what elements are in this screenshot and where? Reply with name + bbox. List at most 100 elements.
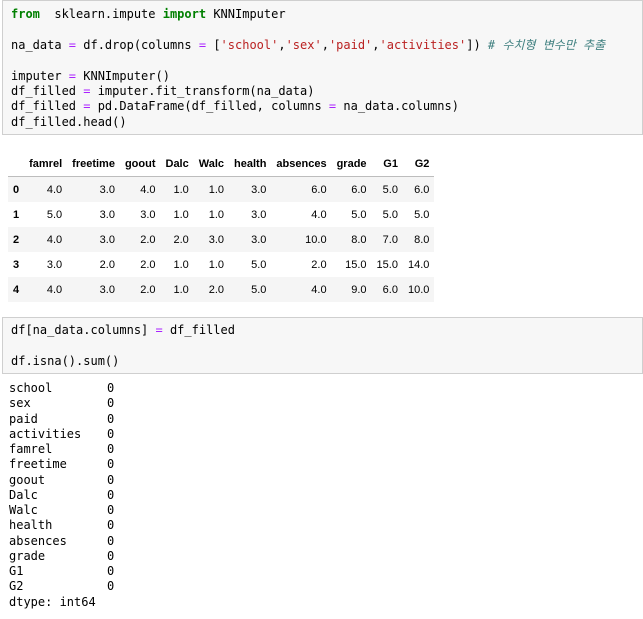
code-token: df_filled [162, 323, 235, 337]
table-cell: 1.0 [208, 183, 225, 196]
output-column-name: famrel [9, 442, 53, 456]
output-column-name: paid [9, 411, 38, 426]
table-cell: 3.0 [208, 233, 225, 246]
output-null-count: 0 [107, 457, 115, 472]
table-cell: 6.0 [414, 183, 430, 196]
output-dtype: dtype: int64 [9, 594, 96, 609]
code-token: = [68, 68, 77, 83]
column-header: health [229, 152, 272, 177]
table-cell: 5.0 [351, 208, 367, 221]
output-column-name: health [9, 518, 53, 533]
table-row: 2 4.0 3.0 2.0 2.0 3.0 3.0 10.0 8.0 7.0 8.0 [8, 227, 435, 252]
column-header [8, 152, 25, 177]
code-token: na_data [11, 37, 69, 52]
table-cell: 1.0 [173, 208, 189, 221]
column-header: absences [271, 152, 332, 177]
column-header: freetime [67, 152, 120, 177]
table-cell: 1.0 [208, 258, 225, 271]
output-null-count: 0 [107, 503, 115, 517]
output-column-name: Dalc [9, 487, 38, 502]
row-index: 4 [13, 283, 20, 296]
table-cell: 2.0 [208, 283, 225, 296]
column-header: famrel [24, 152, 68, 177]
row-index: 0 [13, 183, 20, 196]
table-cell: 2.0 [173, 233, 189, 246]
table-cell: 6.0 [351, 183, 367, 196]
output-row: Walc 0 [9, 503, 114, 518]
table-cell: 5.0 [382, 208, 398, 221]
code-token: pd.DataFrame(df_filled, columns [90, 99, 329, 114]
table-cell: 3.0 [99, 283, 115, 296]
output-null-count: 0 [107, 396, 115, 411]
code-token: , [372, 37, 380, 52]
table-row: 4 4.0 3.0 2.0 1.0 2.0 5.0 4.0 9.0 6.0 10.0 [8, 277, 435, 302]
code-token: df.drop(columns [76, 37, 199, 52]
output-null-count: 0 [107, 442, 115, 456]
output-null-count: 0 [107, 518, 115, 533]
output-row: famrel 0 [9, 442, 114, 457]
row-index: 2 [13, 233, 20, 246]
table-cell: 6.0 [311, 183, 327, 196]
output-row: grade 0 [9, 548, 114, 564]
table-cell: 5.0 [46, 208, 63, 221]
code-token: df_filled [11, 84, 84, 98]
output-column-name: grade [9, 548, 46, 563]
table-cell: 4.0 [140, 183, 156, 196]
row-index: 1 [13, 208, 20, 221]
table-cell: 4.0 [46, 233, 63, 246]
code-token: imputer [11, 68, 69, 83]
output-row: G2 0 [9, 579, 114, 594]
table-cell: 3.0 [46, 258, 63, 271]
output-row: health 0 [9, 518, 114, 533]
code-token: # 수치형 변수만 추출 [487, 37, 606, 52]
code-token: import [162, 7, 207, 21]
isna-sum-output: school 0 sex 0 paid 0 activities 0 famrel 0 freeti… [9, 381, 114, 610]
table-cell: 15.0 [345, 258, 367, 271]
table-cell: 4.0 [311, 208, 327, 221]
code-line: df_filled = imputer.fit_transform(na_dat… [11, 84, 314, 99]
code-token: imputer.fit_transform(na_data) [90, 84, 315, 98]
code-token: = [155, 323, 163, 337]
output-null-count: 0 [107, 579, 115, 594]
table-cell: 5.0 [251, 283, 267, 296]
table-cell: 10.0 [407, 283, 430, 296]
table-cell: 14.0 [407, 258, 430, 271]
code-token: [ [206, 37, 221, 52]
table-cell: 4.0 [311, 283, 327, 296]
code-cell-isna[interactable]: df[na_data.columns] = df_filled df.isna()… [2, 317, 643, 374]
table-cell: 4.0 [46, 183, 63, 196]
table-cell: 6.0 [382, 283, 398, 296]
column-header: G1 [371, 152, 403, 177]
code-token: ]) [466, 37, 488, 52]
code-token: 'sex' [285, 37, 322, 52]
column-header: Walc [193, 152, 230, 177]
code-token: KNNImputer [206, 7, 286, 21]
table-cell: 3.0 [140, 208, 156, 221]
table-cell: 9.0 [351, 283, 367, 296]
table-cell: 1.0 [173, 258, 189, 271]
code-line: df[na_data.columns] = df_filled [11, 323, 235, 338]
table-cell: 1.0 [173, 283, 189, 296]
code-token: KNNImputer() [76, 68, 170, 83]
output-column-name: school [9, 381, 53, 395]
dataframe-output: famrel freetime goout Dalc Walc health absence… [8, 152, 435, 302]
code-token: = [198, 37, 207, 52]
table-cell: 1.0 [173, 183, 189, 196]
table-cell: 5.0 [251, 258, 267, 271]
table-cell: 4.0 [46, 283, 63, 296]
table-cell: 2.0 [140, 283, 156, 296]
code-token: 'paid' [328, 37, 373, 52]
dataframe-header-row: famrel freetime goout Dalc Walc health absence… [8, 152, 435, 177]
code-token: df_filled [11, 99, 84, 114]
table-cell: 3.0 [99, 208, 115, 221]
table-cell: 3.0 [99, 233, 115, 246]
code-cell-impute[interactable]: from sklearn.impute import KNNImputer na_… [2, 0, 643, 135]
output-null-count: 0 [107, 426, 115, 441]
output-null-count: 0 [107, 381, 115, 395]
output-row: activities 0 [9, 426, 114, 442]
column-header: Dalc [160, 152, 194, 177]
table-cell: 3.0 [251, 233, 267, 246]
output-column-name: activities [9, 426, 82, 441]
output-column-name: freetime [9, 457, 67, 472]
table-cell: 5.0 [382, 183, 398, 196]
